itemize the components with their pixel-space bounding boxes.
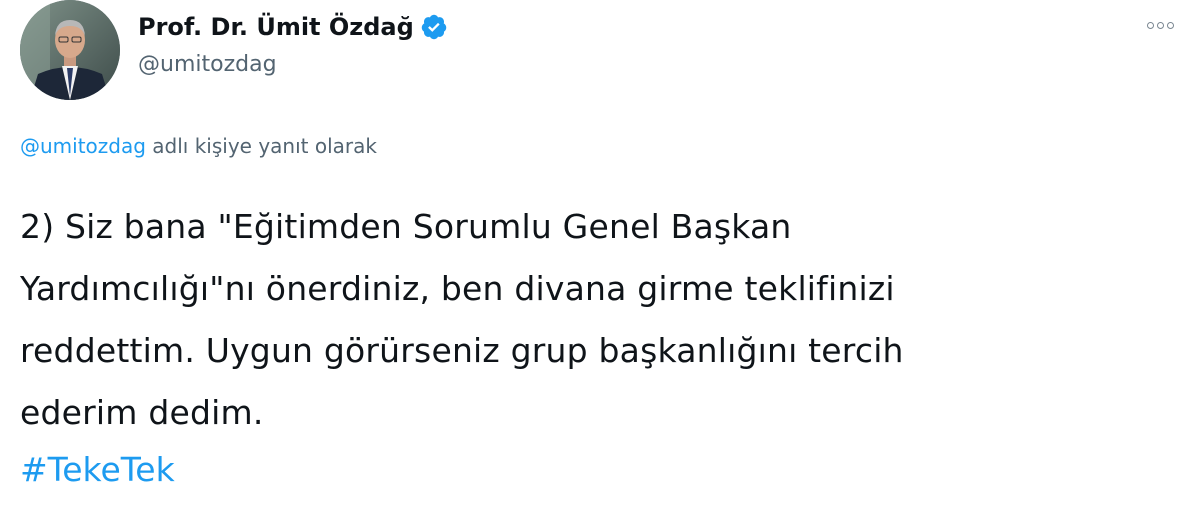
tweet-text-line: 2) Siz bana "Eğitimden Sorumlu Genel Baş… — [20, 207, 792, 246]
profile-photo-icon — [20, 0, 120, 100]
tweet-text-line: reddettim. Uygun görürseniz grup başkanl… — [20, 331, 904, 370]
reply-mention-link[interactable]: @umitozdag — [20, 134, 146, 158]
tweet-text-line: ederim dedim. — [20, 393, 264, 432]
author-handle[interactable]: @umitozdag — [138, 52, 448, 77]
verified-badge-icon — [420, 13, 448, 41]
name-row: Prof. Dr. Ümit Özdağ — [138, 8, 448, 46]
more-horizontal-icon — [1156, 21, 1164, 29]
reply-context-text: adlı kişiye yanıt olarak — [145, 134, 377, 158]
tweet-text: 2) Siz bana "Eğitimden Sorumlu Genel Baş… — [20, 196, 1170, 444]
tweet-header: Prof. Dr. Ümit Özdağ @umitozdag — [20, 0, 1180, 100]
reply-context: @umitozdag adlı kişiye yanıt olarak — [20, 134, 377, 158]
avatar[interactable] — [20, 0, 120, 100]
more-horizontal-icon — [1166, 21, 1174, 29]
tweet-text-line: Yardımcılığı"nı önerdiniz, ben divana gi… — [20, 269, 895, 308]
more-options-button[interactable] — [1140, 14, 1180, 36]
tweet-card: Prof. Dr. Ümit Özdağ @umitozdag @umitozd… — [0, 0, 1200, 508]
author-info: Prof. Dr. Ümit Özdağ @umitozdag — [138, 8, 448, 77]
hashtag-link[interactable]: #TekeTek — [20, 444, 175, 496]
more-horizontal-icon — [1146, 21, 1154, 29]
author-display-name[interactable]: Prof. Dr. Ümit Özdağ — [138, 13, 414, 41]
